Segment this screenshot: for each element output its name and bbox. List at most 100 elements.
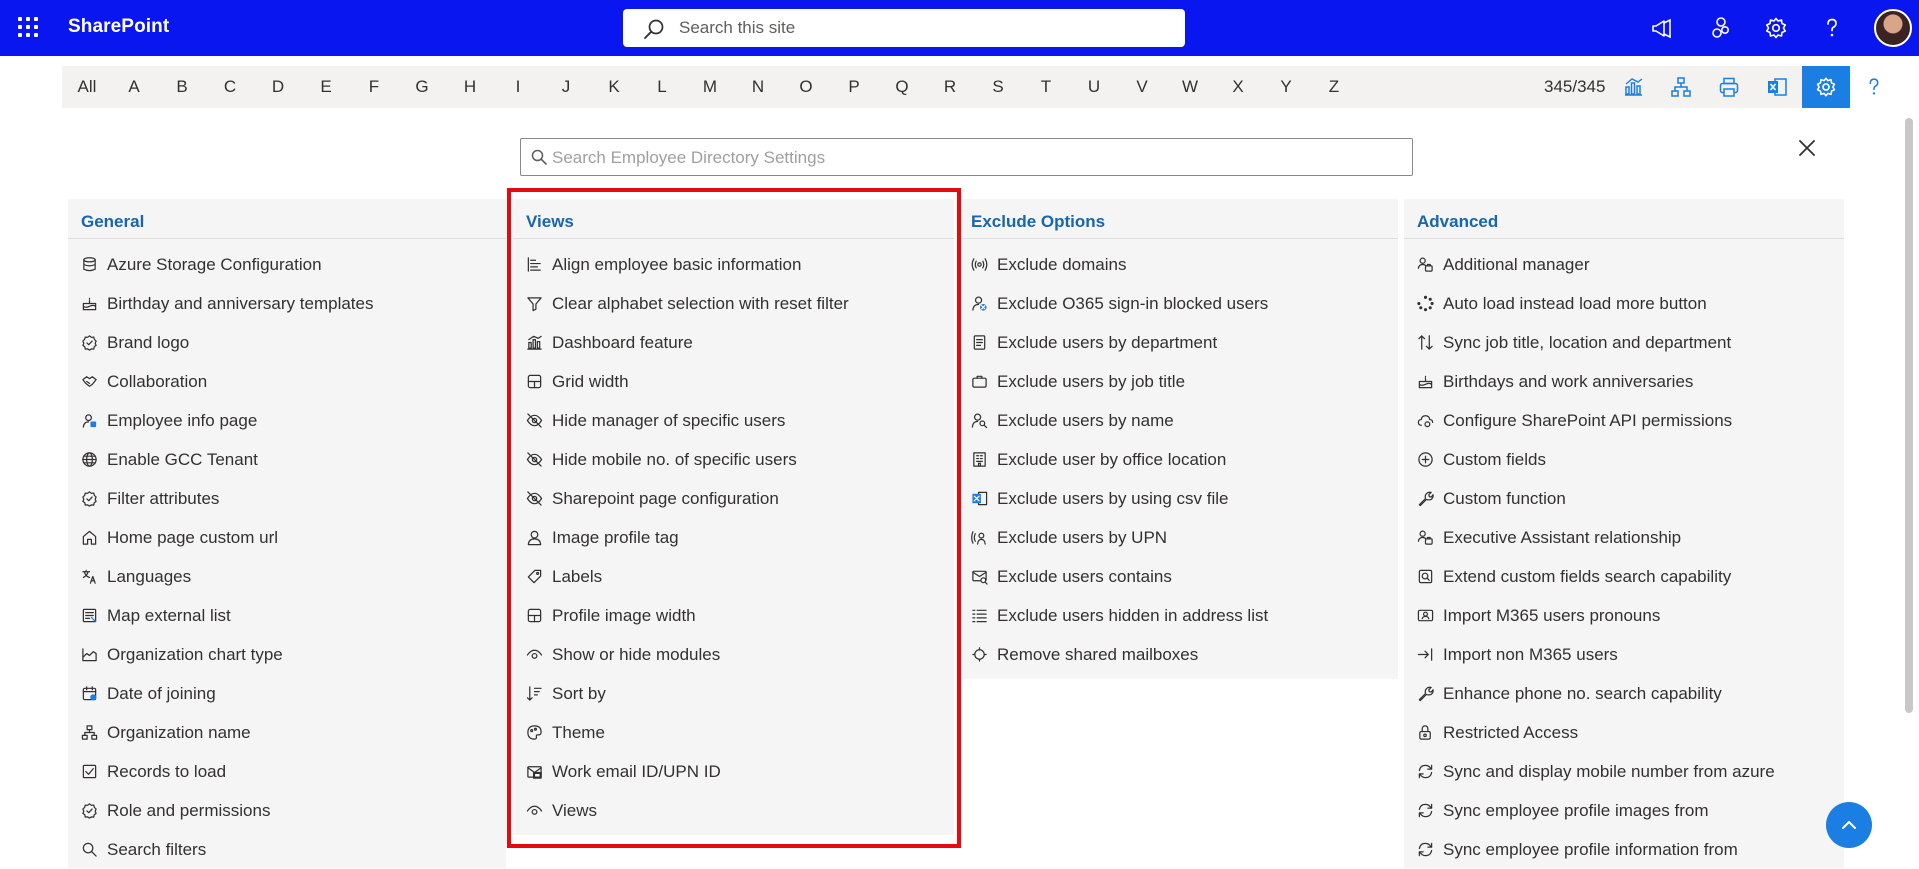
- settings-item[interactable]: Organization name: [68, 713, 506, 752]
- alphabet-letter[interactable]: Q: [887, 66, 917, 108]
- settings-item[interactable]: Sync job title, location and department: [1404, 323, 1844, 362]
- scroll-to-top-button[interactable]: [1826, 802, 1872, 848]
- settings-item[interactable]: Views: [513, 791, 954, 830]
- help-icon[interactable]: [1850, 66, 1898, 108]
- alphabet-letter[interactable]: X: [1223, 66, 1253, 108]
- settings-item[interactable]: Map external list: [68, 596, 506, 635]
- settings-item[interactable]: Search filters: [68, 830, 506, 869]
- settings-item[interactable]: Restricted Access: [1404, 713, 1844, 752]
- sharepoint-feed-icon[interactable]: [1706, 14, 1734, 42]
- settings-item[interactable]: Hide manager of specific users: [513, 401, 954, 440]
- alphabet-letter[interactable]: L: [647, 66, 677, 108]
- settings-search-input[interactable]: Search Employee Directory Settings: [520, 138, 1413, 176]
- settings-item[interactable]: Remove shared mailboxes: [958, 635, 1398, 674]
- settings-gear-button[interactable]: [1802, 66, 1850, 108]
- chart-icon[interactable]: [1609, 66, 1657, 108]
- excel-icon[interactable]: [1753, 66, 1801, 108]
- settings-item[interactable]: Records to load: [68, 752, 506, 791]
- settings-item[interactable]: Exclude domains: [958, 245, 1398, 284]
- org-chart-icon[interactable]: [1657, 66, 1705, 108]
- help-icon[interactable]: [1818, 14, 1846, 42]
- gear-icon[interactable]: [1762, 14, 1790, 42]
- settings-item[interactable]: Role and permissions: [68, 791, 506, 830]
- settings-item[interactable]: Custom function: [1404, 479, 1844, 518]
- settings-item[interactable]: Sync employee profile information from: [1404, 830, 1844, 869]
- settings-item[interactable]: Exclude O365 sign-in blocked users: [958, 284, 1398, 323]
- settings-item[interactable]: Organization chart type: [68, 635, 506, 674]
- settings-item[interactable]: Image profile tag: [513, 518, 954, 557]
- scrollbar[interactable]: [1905, 118, 1913, 713]
- alphabet-letter[interactable]: U: [1079, 66, 1109, 108]
- settings-item[interactable]: Languages: [68, 557, 506, 596]
- settings-item[interactable]: Hide mobile no. of specific users: [513, 440, 954, 479]
- alphabet-letter[interactable]: G: [407, 66, 437, 108]
- alphabet-letter[interactable]: D: [263, 66, 293, 108]
- settings-item[interactable]: Import non M365 users: [1404, 635, 1844, 674]
- settings-item[interactable]: Birthday and anniversary templates: [68, 284, 506, 323]
- settings-item[interactable]: Collaboration: [68, 362, 506, 401]
- alphabet-letter[interactable]: T: [1031, 66, 1061, 108]
- settings-item[interactable]: Configure SharePoint API permissions: [1404, 401, 1844, 440]
- settings-item[interactable]: Exclude users by department: [958, 323, 1398, 362]
- settings-item[interactable]: Azure Storage Configuration: [68, 245, 506, 284]
- megaphone-icon[interactable]: [1648, 14, 1676, 42]
- alphabet-letter[interactable]: Y: [1271, 66, 1301, 108]
- settings-item[interactable]: Sharepoint page configuration: [513, 479, 954, 518]
- settings-item[interactable]: Sync and display mobile number from azur…: [1404, 752, 1844, 791]
- alphabet-letter[interactable]: V: [1127, 66, 1157, 108]
- settings-item[interactable]: Align employee basic information: [513, 245, 954, 284]
- alphabet-letter-all[interactable]: All: [71, 66, 103, 108]
- settings-item[interactable]: Show or hide modules: [513, 635, 954, 674]
- settings-item[interactable]: Grid width: [513, 362, 954, 401]
- settings-item[interactable]: Dashboard feature: [513, 323, 954, 362]
- settings-item[interactable]: Auto load instead load more button: [1404, 284, 1844, 323]
- settings-item[interactable]: Date of joining: [68, 674, 506, 713]
- alphabet-letter[interactable]: O: [791, 66, 821, 108]
- alphabet-letter[interactable]: N: [743, 66, 773, 108]
- close-icon[interactable]: [1796, 137, 1818, 159]
- settings-item[interactable]: Work email ID/UPN ID: [513, 752, 954, 791]
- settings-item[interactable]: Enhance phone no. search capability: [1404, 674, 1844, 713]
- settings-item[interactable]: Profile image width: [513, 596, 954, 635]
- alphabet-letter[interactable]: K: [599, 66, 629, 108]
- settings-item[interactable]: Brand logo: [68, 323, 506, 362]
- settings-item[interactable]: Exclude users by job title: [958, 362, 1398, 401]
- app-launcher-icon[interactable]: [18, 17, 38, 37]
- settings-item[interactable]: Import M365 users pronouns: [1404, 596, 1844, 635]
- settings-item[interactable]: Extend custom fields search capability: [1404, 557, 1844, 596]
- settings-item[interactable]: Sync employee profile images from: [1404, 791, 1844, 830]
- settings-item[interactable]: Birthdays and work anniversaries: [1404, 362, 1844, 401]
- settings-item[interactable]: Labels: [513, 557, 954, 596]
- alphabet-letter[interactable]: Z: [1319, 66, 1349, 108]
- settings-item[interactable]: Exclude users by UPN: [958, 518, 1398, 557]
- app-title[interactable]: SharePoint: [68, 16, 169, 38]
- settings-item[interactable]: Theme: [513, 713, 954, 752]
- settings-item[interactable]: Clear alphabet selection with reset filt…: [513, 284, 954, 323]
- settings-item[interactable]: Exclude users by name: [958, 401, 1398, 440]
- site-search-input[interactable]: Search this site: [623, 9, 1185, 47]
- alphabet-letter[interactable]: J: [551, 66, 581, 108]
- settings-item[interactable]: Home page custom url: [68, 518, 506, 557]
- alphabet-letter[interactable]: C: [215, 66, 245, 108]
- settings-item[interactable]: Employee info page: [68, 401, 506, 440]
- settings-item[interactable]: Additional manager: [1404, 245, 1844, 284]
- alphabet-letter[interactable]: P: [839, 66, 869, 108]
- alphabet-letter[interactable]: W: [1175, 66, 1205, 108]
- print-icon[interactable]: [1705, 66, 1753, 108]
- settings-item[interactable]: Exclude user by office location: [958, 440, 1398, 479]
- alphabet-letter[interactable]: A: [119, 66, 149, 108]
- alphabet-letter[interactable]: F: [359, 66, 389, 108]
- alphabet-letter[interactable]: I: [503, 66, 533, 108]
- settings-item[interactable]: Exclude users by using csv file: [958, 479, 1398, 518]
- settings-item[interactable]: Sort by: [513, 674, 954, 713]
- settings-item[interactable]: Exclude users contains: [958, 557, 1398, 596]
- settings-item[interactable]: Executive Assistant relationship: [1404, 518, 1844, 557]
- alphabet-letter[interactable]: S: [983, 66, 1013, 108]
- settings-item[interactable]: Custom fields: [1404, 440, 1844, 479]
- avatar[interactable]: [1874, 9, 1912, 47]
- alphabet-letter[interactable]: M: [695, 66, 725, 108]
- settings-item[interactable]: Exclude users hidden in address list: [958, 596, 1398, 635]
- settings-item[interactable]: Filter attributes: [68, 479, 506, 518]
- alphabet-letter[interactable]: H: [455, 66, 485, 108]
- alphabet-letter[interactable]: B: [167, 66, 197, 108]
